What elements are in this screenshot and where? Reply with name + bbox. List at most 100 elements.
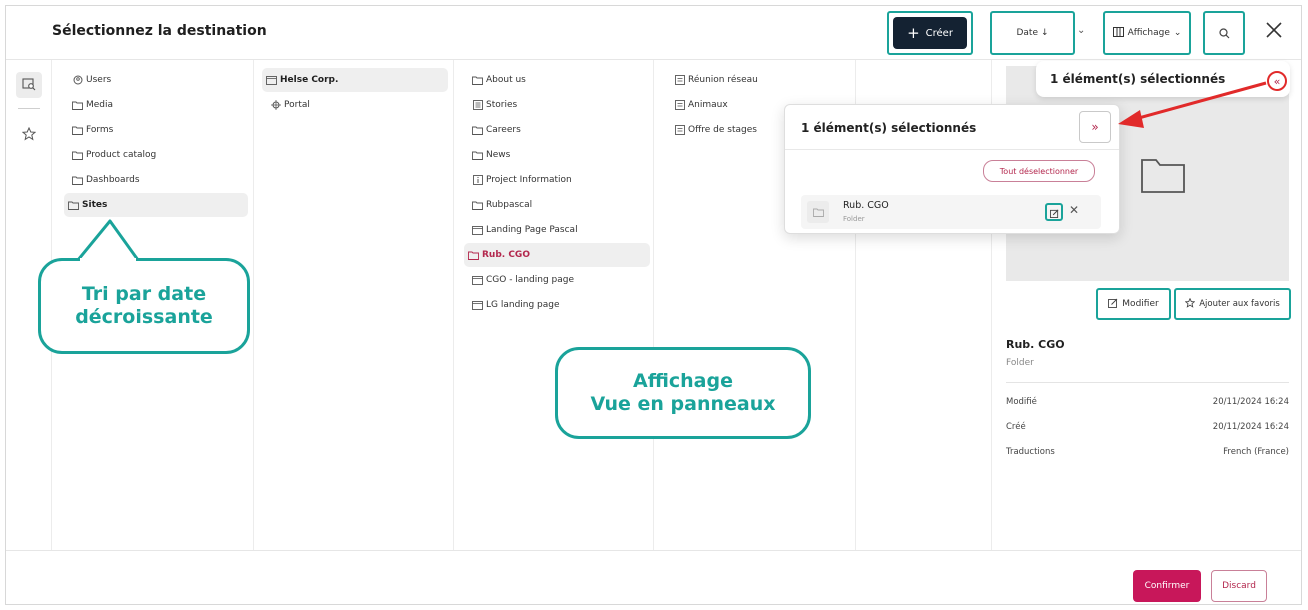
list-item-label: Rub. CGO <box>482 250 530 260</box>
list-item[interactable]: Landing Page Pascal <box>468 218 578 242</box>
list-item[interactable]: CGO - landing page <box>468 268 574 292</box>
confirm-button[interactable]: Confirmer <box>1133 570 1201 602</box>
folder-icon <box>472 150 483 161</box>
folder-icon <box>472 125 483 136</box>
discard-button[interactable]: Discard <box>1211 570 1267 602</box>
list-item[interactable]: Forms <box>68 118 113 142</box>
browse-rail-button[interactable] <box>16 72 42 98</box>
sort-date-label: Date <box>1016 28 1038 38</box>
list-item-label: Users <box>86 75 112 85</box>
list-item[interactable]: News <box>468 143 510 167</box>
folder-icon <box>472 200 483 211</box>
folder-icon <box>72 150 83 161</box>
list-item[interactable]: Dashboards <box>68 168 140 192</box>
selection-tab[interactable]: 1 élément(s) sélectionnés <box>1036 61 1290 97</box>
deselect-all-button[interactable]: Tout déselectionner <box>983 160 1095 182</box>
callout-line: Vue en panneaux <box>590 393 776 415</box>
folder-icon <box>1140 156 1186 198</box>
sort-date-button[interactable]: Date ↓ <box>990 11 1075 55</box>
folder-icon <box>72 125 83 136</box>
page-icon <box>472 300 483 311</box>
folder-icon <box>472 75 483 86</box>
list-item-selected[interactable]: Sites <box>64 193 248 217</box>
chevron-down-icon: ⌄ <box>1173 28 1182 38</box>
create-button[interactable]: + Créer <box>887 11 973 55</box>
list-item-label: Landing Page Pascal <box>486 225 578 235</box>
article-icon <box>674 125 685 136</box>
selected-item-name: Rub. CGO <box>843 200 889 211</box>
selected-item-type: Folder <box>843 215 865 223</box>
list-item-label: Dashboards <box>86 175 140 185</box>
callout-line: Tri par date <box>81 283 207 306</box>
chevron-down-icon[interactable]: ⌄ <box>1077 25 1085 36</box>
folder-icon <box>72 100 83 111</box>
add-to-favorites-button[interactable]: Ajouter aux favoris <box>1174 288 1291 320</box>
callout-sort-by-date: Tri par date décroissante <box>38 258 250 354</box>
detail-row-label: Traductions <box>1006 447 1055 457</box>
dialog-footer: Confirmer Discard <box>6 550 1301 604</box>
list-item-label: Media <box>86 100 114 110</box>
plus-icon: + <box>907 23 920 42</box>
callout-panel-view: Affichage Vue en panneaux <box>555 347 811 439</box>
selection-popover: 1 élément(s) sélectionnés » Tout déselec… <box>784 104 1120 234</box>
list-item-selected[interactable]: Rub. CGO <box>464 243 650 267</box>
columns-icon <box>1112 26 1124 40</box>
popover-divider <box>785 149 1119 150</box>
view-mode-button[interactable]: Affichage ⌄ <box>1103 11 1191 55</box>
double-chevron-right-icon: » <box>1091 120 1099 134</box>
list-item-label: CGO - landing page <box>486 275 575 285</box>
search-button[interactable] <box>1203 11 1245 55</box>
star-icon <box>21 126 37 145</box>
selection-tab-label: 1 élément(s) sélectionnés <box>1050 72 1226 86</box>
collapse-selection-button[interactable]: « <box>1267 71 1287 91</box>
list-item-selected[interactable]: Helse Corp. <box>262 68 448 92</box>
page-icon <box>472 275 483 286</box>
list-item[interactable]: About us <box>468 68 526 92</box>
add-to-favorites-label: Ajouter aux favoris <box>1199 299 1280 309</box>
edit-selected-button[interactable] <box>1045 203 1063 221</box>
close-button[interactable] <box>1260 18 1288 46</box>
dialog-title: Sélectionnez la destination <box>52 23 267 39</box>
list-item[interactable]: Product catalog <box>68 143 156 167</box>
detail-row-modified: Modifié 20/11/2024 16:24 <box>1006 397 1289 407</box>
list-item[interactable]: LG landing page <box>468 293 560 317</box>
list-item[interactable]: Animaux <box>670 93 728 117</box>
list-item[interactable]: Stories <box>468 93 517 117</box>
info-icon <box>472 175 483 186</box>
list-item-label: Sites <box>82 200 108 210</box>
favorites-rail-button[interactable] <box>16 122 42 148</box>
detail-row-value: French (France) <box>1223 447 1289 457</box>
view-mode-label: Affichage <box>1127 28 1170 38</box>
list-item[interactable]: Careers <box>468 118 521 142</box>
double-chevron-left-icon: « <box>1273 74 1281 88</box>
list-item[interactable]: Offre de stages <box>670 118 757 142</box>
selected-item: Rub. CGO Folder ✕ <box>801 195 1101 229</box>
detail-row-label: Créé <box>1006 422 1026 432</box>
detail-row-value: 20/11/2024 16:24 <box>1212 422 1289 432</box>
folder-icon <box>807 201 829 223</box>
list-item-label: News <box>486 150 511 160</box>
list-item-label: Offre de stages <box>688 125 757 135</box>
column-helse-corp: About us Stories Careers News Project In… <box>454 60 654 550</box>
expand-selection-button[interactable]: » <box>1079 111 1111 143</box>
close-icon: ✕ <box>1069 203 1080 217</box>
list-item[interactable]: Media <box>68 93 113 117</box>
modify-button[interactable]: Modifier <box>1096 288 1171 320</box>
detail-type: Folder <box>1006 358 1034 368</box>
detail-name: Rub. CGO <box>1006 338 1065 351</box>
list-item[interactable]: Portal <box>266 93 310 117</box>
list-item[interactable]: Project Information <box>468 168 572 192</box>
list-item[interactable]: Rubpascal <box>468 193 532 217</box>
modify-button-label: Modifier <box>1122 299 1159 309</box>
list-item[interactable]: Réunion réseau <box>670 68 758 92</box>
list-item-label: Portal <box>284 100 310 110</box>
site-icon <box>266 75 277 86</box>
list-item[interactable]: Users <box>68 68 111 92</box>
dialog-header: Sélectionnez la destination + Créer Date… <box>6 6 1301 60</box>
star-icon <box>1184 297 1196 311</box>
detail-row-translations: Traductions French (France) <box>1006 447 1289 457</box>
article-icon <box>674 100 685 111</box>
remove-selected-button[interactable]: ✕ <box>1069 203 1079 217</box>
folder-search-icon <box>22 76 36 95</box>
callout-line: décroissante <box>75 306 213 328</box>
